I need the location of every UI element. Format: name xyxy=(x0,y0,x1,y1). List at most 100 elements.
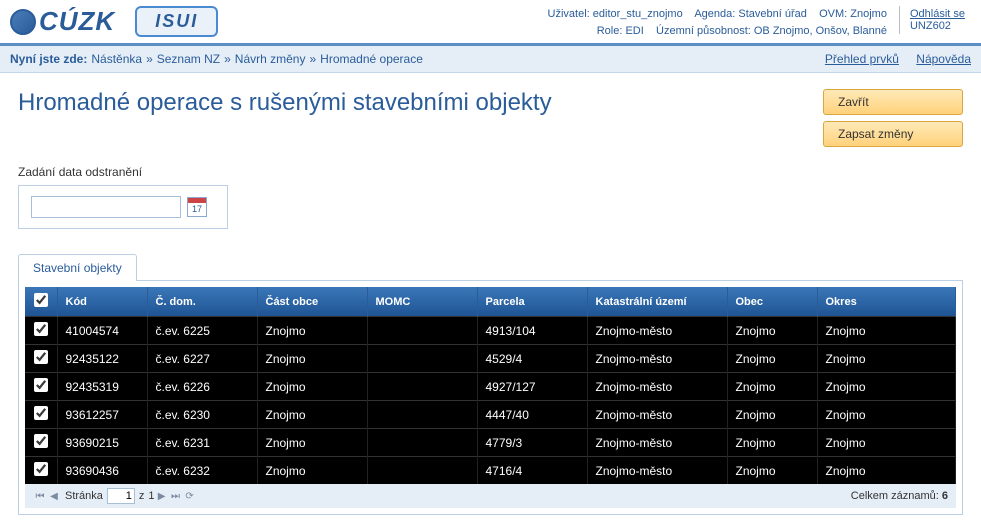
col-cast[interactable]: Část obce xyxy=(257,287,367,317)
cell-cast: Znojmo xyxy=(257,373,367,401)
date-section-label: Zadání data odstranění xyxy=(18,165,963,179)
col-momc[interactable]: MOMC xyxy=(367,287,477,317)
cell-ku: Znojmo-město xyxy=(587,345,727,373)
cell-cdom: č.ev. 6225 xyxy=(147,317,257,345)
prev-page-icon[interactable]: ◀ xyxy=(47,489,61,503)
cell-momc xyxy=(367,429,477,457)
chevron-right-icon: » xyxy=(146,52,153,66)
cell-cdom: č.ev. 6231 xyxy=(147,429,257,457)
cell-momc xyxy=(367,401,477,429)
page-title: Hromadné operace s rušenými stavebními o… xyxy=(18,89,823,117)
cell-obec: Znojmo xyxy=(727,317,817,345)
cell-cast: Znojmo xyxy=(257,345,367,373)
cell-parcela: 4529/4 xyxy=(477,345,587,373)
cell-momc xyxy=(367,373,477,401)
agenda-label: Agenda: xyxy=(694,8,735,20)
select-all-checkbox[interactable] xyxy=(34,293,48,307)
cell-kod: 41004574 xyxy=(57,317,147,345)
breadcrumb-item: Hromadné operace xyxy=(320,52,423,66)
cell-momc xyxy=(367,457,477,485)
cell-parcela: 4779/3 xyxy=(477,429,587,457)
col-cdom[interactable]: Č. dom. xyxy=(147,287,257,317)
col-check xyxy=(25,287,57,317)
scope-label: Územní působnost: xyxy=(656,25,751,37)
cell-kod: 92435319 xyxy=(57,373,147,401)
cell-cast: Znojmo xyxy=(257,429,367,457)
calendar-icon[interactable] xyxy=(187,197,207,217)
cell-obec: Znojmo xyxy=(727,345,817,373)
close-button[interactable]: Zavřít xyxy=(823,89,963,115)
role-value: EDI xyxy=(625,25,643,37)
table-row[interactable]: 93690436č.ev. 6232Znojmo4716/4Znojmo-měs… xyxy=(25,457,956,485)
cell-cast: Znojmo xyxy=(257,401,367,429)
row-checkbox[interactable] xyxy=(34,462,48,476)
breadcrumb-item[interactable]: Seznam NZ xyxy=(157,52,220,66)
cell-cast: Znojmo xyxy=(257,317,367,345)
col-okres[interactable]: Okres xyxy=(817,287,956,317)
row-checkbox[interactable] xyxy=(34,322,48,336)
cell-parcela: 4447/40 xyxy=(477,401,587,429)
cell-momc xyxy=(367,317,477,345)
refresh-icon[interactable]: ⟳ xyxy=(183,489,197,503)
cell-kod: 93612257 xyxy=(57,401,147,429)
chevron-right-icon: » xyxy=(309,52,316,66)
tab-stavebni-objekty[interactable]: Stavební objekty xyxy=(18,254,137,281)
col-ku[interactable]: Katastrální území xyxy=(587,287,727,317)
save-button[interactable]: Zapsat změny xyxy=(823,121,963,147)
table-row[interactable]: 93690215č.ev. 6231Znojmo4779/3Znojmo-měs… xyxy=(25,429,956,457)
breadcrumb-prefix: Nyní jste zde: xyxy=(10,52,87,66)
col-kod[interactable]: Kód xyxy=(57,287,147,317)
logout-box: Odhlásit se UNZ602 xyxy=(899,6,971,34)
cell-cdom: č.ev. 6226 xyxy=(147,373,257,401)
ovm-label: OVM: xyxy=(819,8,847,20)
col-obec[interactable]: Obec xyxy=(727,287,817,317)
table-row[interactable]: 41004574č.ev. 6225Znojmo4913/104Znojmo-m… xyxy=(25,317,956,345)
col-parcela[interactable]: Parcela xyxy=(477,287,587,317)
cell-okres: Znojmo xyxy=(817,457,956,485)
cell-okres: Znojmo xyxy=(817,429,956,457)
cell-ku: Znojmo-město xyxy=(587,401,727,429)
main-content: Hromadné operace s rušenými stavebními o… xyxy=(0,73,981,519)
row-checkbox[interactable] xyxy=(34,350,48,364)
cell-kod: 93690436 xyxy=(57,457,147,485)
pager-page-label: Stránka xyxy=(65,490,103,502)
table-row[interactable]: 92435122č.ev. 6227Znojmo4529/4Znojmo-měs… xyxy=(25,345,956,373)
logo-cuzk: CÚZK xyxy=(10,6,115,37)
breadcrumb-item[interactable]: Nástěnka xyxy=(91,52,142,66)
cell-okres: Znojmo xyxy=(817,317,956,345)
first-page-icon[interactable]: ⏮ xyxy=(33,489,47,503)
cell-ku: Znojmo-město xyxy=(587,429,727,457)
tab-panel: Kód Č. dom. Část obce MOMC Parcela Katas… xyxy=(18,280,963,515)
last-page-icon[interactable]: ⏭ xyxy=(169,489,183,503)
cell-momc xyxy=(367,345,477,373)
table-row[interactable]: 93612257č.ev. 6230Znojmo4447/40Znojmo-mě… xyxy=(25,401,956,429)
cell-cdom: č.ev. 6230 xyxy=(147,401,257,429)
cell-parcela: 4913/104 xyxy=(477,317,587,345)
row-checkbox[interactable] xyxy=(34,406,48,420)
table-row[interactable]: 92435319č.ev. 6226Znojmo4927/127Znojmo-m… xyxy=(25,373,956,401)
cell-parcela: 4716/4 xyxy=(477,457,587,485)
next-page-icon[interactable]: ▶ xyxy=(155,489,169,503)
ovm-value: Znojmo xyxy=(850,8,887,20)
overview-link[interactable]: Přehled prvků xyxy=(825,52,899,66)
header-info: Uživatel: editor_stu_znojmo Agenda: Stav… xyxy=(548,6,887,39)
removal-date-input[interactable] xyxy=(31,196,181,218)
breadcrumb-item[interactable]: Návrh změny xyxy=(235,52,306,66)
cell-cdom: č.ev. 6227 xyxy=(147,345,257,373)
pager-page-input[interactable] xyxy=(107,488,135,504)
help-link[interactable]: Nápověda xyxy=(916,52,971,66)
globe-icon xyxy=(10,9,36,35)
logo-cuzk-text: CÚZK xyxy=(39,6,115,37)
agenda-value: Stavební úřad xyxy=(738,8,807,20)
pager: ⏮ ◀ Stránka z 1 ▶ ⏭ ⟳ Celkem záznamů: 6 xyxy=(25,484,956,508)
cell-okres: Znojmo xyxy=(817,401,956,429)
row-checkbox[interactable] xyxy=(34,434,48,448)
pager-total-count: 6 xyxy=(942,490,948,502)
row-checkbox[interactable] xyxy=(34,378,48,392)
cell-obec: Znojmo xyxy=(727,401,817,429)
breadcrumb-bar: Nyní jste zde: Nástěnka » Seznam NZ » Ná… xyxy=(0,46,981,73)
logo-isui-text: ISUI xyxy=(155,11,198,31)
cell-ku: Znojmo-město xyxy=(587,373,727,401)
logout-link[interactable]: Odhlásit se xyxy=(910,8,965,20)
logo-isui: ISUI xyxy=(135,6,218,37)
